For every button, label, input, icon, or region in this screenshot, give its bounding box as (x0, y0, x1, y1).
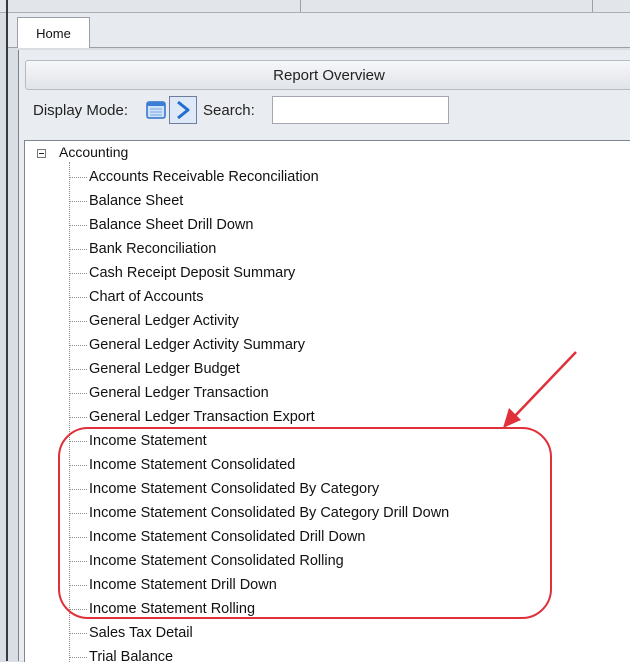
tree-item[interactable]: Income Statement Consolidated Rolling (69, 549, 344, 573)
search-label: Search: (203, 101, 255, 119)
tree-item[interactable]: Chart of Accounts (69, 285, 203, 309)
tree-item-label: Balance Sheet Drill Down (89, 217, 254, 233)
search-input[interactable] (271, 96, 449, 124)
tree-item[interactable]: Income Statement Consolidated (69, 453, 295, 477)
tree-item-label: General Ledger Activity (89, 313, 239, 329)
tree-item[interactable]: Sales Tax Detail (69, 621, 193, 645)
tree-item-label: General Ledger Budget (89, 361, 240, 377)
tree-item-label: Balance Sheet (89, 193, 184, 209)
list-view-button[interactable] (169, 96, 198, 124)
tree-item[interactable]: Cash Receipt Deposit Summary (69, 261, 295, 285)
tab-home[interactable]: Home (17, 17, 90, 48)
collapse-toggle[interactable] (37, 149, 46, 158)
tree-item-label: Accounts Receivable Reconciliation (89, 169, 319, 185)
tree-item-label: General Ledger Activity Summary (89, 337, 305, 353)
tree-item[interactable]: Income Statement Consolidated By Categor… (69, 477, 379, 501)
calendar-view-button[interactable] (145, 99, 167, 121)
tree-item-label: Chart of Accounts (89, 289, 204, 305)
tree-item-label: Income Statement Consolidated By Categor… (89, 505, 450, 521)
tree-item[interactable]: General Ledger Budget (69, 357, 240, 381)
tree-item[interactable]: Balance Sheet Drill Down (69, 213, 253, 237)
tab-bar: Home (8, 13, 630, 48)
tree-item-label: General Ledger Transaction Export (89, 409, 315, 425)
tree-item[interactable]: Bank Reconciliation (69, 237, 216, 261)
tree-item-label: General Ledger Transaction (89, 385, 269, 401)
report-tree[interactable]: Accounting Accounts Receivable Reconcili… (24, 140, 630, 662)
tree-item-label: Income Statement (89, 433, 207, 449)
panel-title: Report Overview (25, 60, 630, 90)
tree-item-label: Income Statement Consolidated (89, 457, 296, 473)
tree-item-label: Income Statement Consolidated Rolling (89, 553, 344, 569)
tree-item-label: Income Statement Consolidated Drill Down (89, 529, 366, 545)
tree-item[interactable]: General Ledger Transaction Export (69, 405, 315, 429)
tree-item[interactable]: Income Statement Consolidated By Categor… (69, 501, 449, 525)
tree-item-label: Sales Tax Detail (89, 625, 193, 641)
tree-item-label: Cash Receipt Deposit Summary (89, 265, 296, 281)
tree-item[interactable]: General Ledger Activity Summary (69, 333, 305, 357)
tree-item-label: Income Statement Rolling (89, 601, 256, 617)
tree-item[interactable]: Income Statement (69, 429, 207, 453)
tree-item[interactable]: General Ledger Activity (69, 309, 239, 333)
tree-item[interactable]: Balance Sheet (69, 189, 183, 213)
report-overview-panel: Report Overview Display Mode: Search: Ac… (18, 50, 630, 662)
display-mode-label: Display Mode: (33, 101, 129, 119)
tree-item[interactable]: Income Statement Rolling (69, 597, 255, 621)
tree-item[interactable]: General Ledger Transaction (69, 381, 269, 405)
tree-item-label: Bank Reconciliation (89, 241, 217, 257)
tree-item-label: Income Statement Consolidated By Categor… (89, 481, 380, 497)
tree-item[interactable]: Income Statement Consolidated Drill Down (69, 525, 365, 549)
toolbar: Display Mode: Search: (25, 92, 630, 128)
tree-item-label: Income Statement Drill Down (89, 577, 277, 593)
tree-item[interactable]: Accounts Receivable Reconciliation (69, 165, 319, 189)
tree-item-label: Trial Balance (89, 649, 174, 662)
tree-item[interactable]: Trial Balance (69, 645, 173, 662)
tree-root-accounting[interactable]: Accounting (59, 144, 128, 160)
calendar-icon (146, 101, 166, 119)
tree-item[interactable]: Income Statement Drill Down (69, 573, 277, 597)
chevron-right-icon (177, 100, 190, 120)
